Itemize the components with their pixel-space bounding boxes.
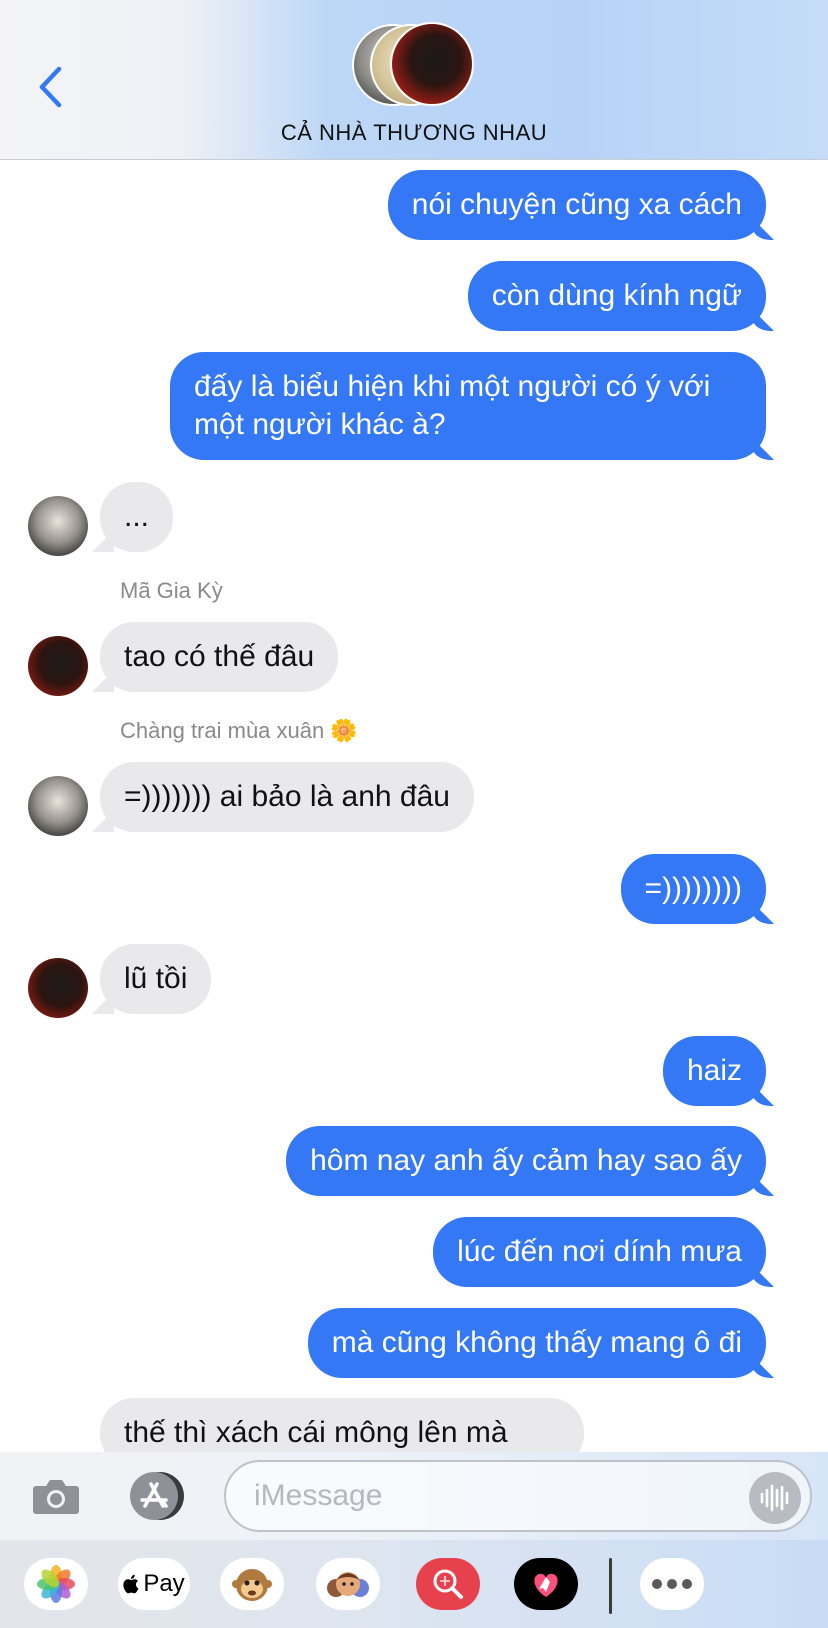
message-bubble[interactable]: tao có thế đâu: [100, 622, 339, 692]
conversation-header: CẢ NHÀ THƯƠNG NHAU: [0, 0, 828, 160]
image-search-button[interactable]: [416, 1558, 480, 1610]
message-bubble[interactable]: lũ tồi: [100, 944, 212, 1014]
message-bubble[interactable]: =)))))))): [620, 854, 766, 924]
message-bubble[interactable]: lúc đến nơi dính mưa: [433, 1217, 766, 1287]
avatar: [390, 22, 474, 106]
message-outgoing[interactable]: còn dùng kính ngữ: [467, 261, 766, 331]
apple-pay-label: Pay: [143, 1570, 185, 1597]
more-icon: [652, 1579, 692, 1589]
app-drawer: Pay: [0, 1540, 828, 1628]
animoji-button[interactable]: [220, 1558, 284, 1610]
avatar[interactable]: [28, 958, 88, 1018]
message-outgoing[interactable]: =)))))))): [620, 854, 766, 924]
animoji-icon: [232, 1569, 272, 1601]
avatar[interactable]: [28, 636, 88, 696]
drawer-divider: [609, 1558, 612, 1614]
message-outgoing[interactable]: đấy là biểu hiện khi một người có ý với …: [170, 352, 766, 460]
message-incoming[interactable]: =))))))) ai bảo là anh đâu: [100, 762, 474, 832]
sender-name: Chàng trai mùa xuân 🌼: [120, 718, 358, 743]
conversation-title[interactable]: CẢ NHÀ THƯƠNG NHAU: [0, 120, 828, 146]
digital-touch-button[interactable]: [514, 1558, 578, 1610]
message-bubble[interactable]: haiz: [662, 1036, 766, 1106]
message-bubble[interactable]: còn dùng kính ngữ: [467, 261, 766, 331]
camera-button[interactable]: [30, 1470, 82, 1522]
image-search-icon: [433, 1569, 463, 1599]
message-bubble[interactable]: ...: [100, 482, 174, 552]
digital-touch-icon: [534, 1573, 558, 1597]
message-list[interactable]: nói chuyện cũng xa cách còn dùng kính ng…: [0, 160, 828, 1452]
chevron-left-icon: [39, 66, 62, 108]
message-outgoing[interactable]: lúc đến nơi dính mưa: [433, 1217, 766, 1287]
message-incoming[interactable]: ...: [100, 482, 174, 552]
memoji-button[interactable]: [316, 1558, 380, 1610]
message-bubble[interactable]: nói chuyện cũng xa cách: [387, 170, 766, 240]
more-apps-button[interactable]: [640, 1558, 704, 1610]
sender-name: Mã Gia Kỳ: [120, 578, 223, 603]
apple-logo-icon: [123, 1574, 139, 1594]
avatar[interactable]: [28, 776, 88, 836]
message-outgoing[interactable]: mà cũng không thấy mang ô đi: [307, 1308, 766, 1378]
audio-message-button[interactable]: [749, 1472, 801, 1524]
photos-app-button[interactable]: [24, 1558, 88, 1610]
app-store-icon: [130, 1472, 184, 1520]
message-incoming[interactable]: thế thì xách cái mông lên mà: [100, 1398, 584, 1452]
message-input[interactable]: [224, 1460, 812, 1532]
apple-pay-button[interactable]: Pay: [118, 1558, 190, 1610]
message-bubble[interactable]: hôm nay anh ấy cảm hay sao ấy: [286, 1126, 766, 1196]
message-outgoing[interactable]: nói chuyện cũng xa cách: [387, 170, 766, 240]
waveform-icon: [760, 1484, 789, 1512]
message-outgoing[interactable]: haiz: [662, 1036, 766, 1106]
message-incoming[interactable]: lũ tồi: [100, 944, 212, 1014]
message-incoming[interactable]: tao có thế đâu: [100, 622, 339, 692]
photos-icon: [37, 1565, 75, 1603]
camera-icon: [33, 1480, 79, 1514]
compose-bar: [0, 1452, 828, 1540]
back-button[interactable]: [30, 62, 70, 112]
message-outgoing[interactable]: hôm nay anh ấy cảm hay sao ấy: [286, 1126, 766, 1196]
memoji-icon: [327, 1572, 369, 1597]
message-bubble[interactable]: đấy là biểu hiện khi một người có ý với …: [170, 352, 766, 460]
group-avatars[interactable]: [352, 22, 482, 108]
message-bubble[interactable]: mà cũng không thấy mang ô đi: [307, 1308, 766, 1378]
avatar[interactable]: [28, 496, 88, 556]
message-bubble[interactable]: thế thì xách cái mông lên mà: [100, 1398, 584, 1452]
message-bubble[interactable]: =))))))) ai bảo là anh đâu: [100, 762, 474, 832]
app-store-button[interactable]: [126, 1470, 190, 1522]
